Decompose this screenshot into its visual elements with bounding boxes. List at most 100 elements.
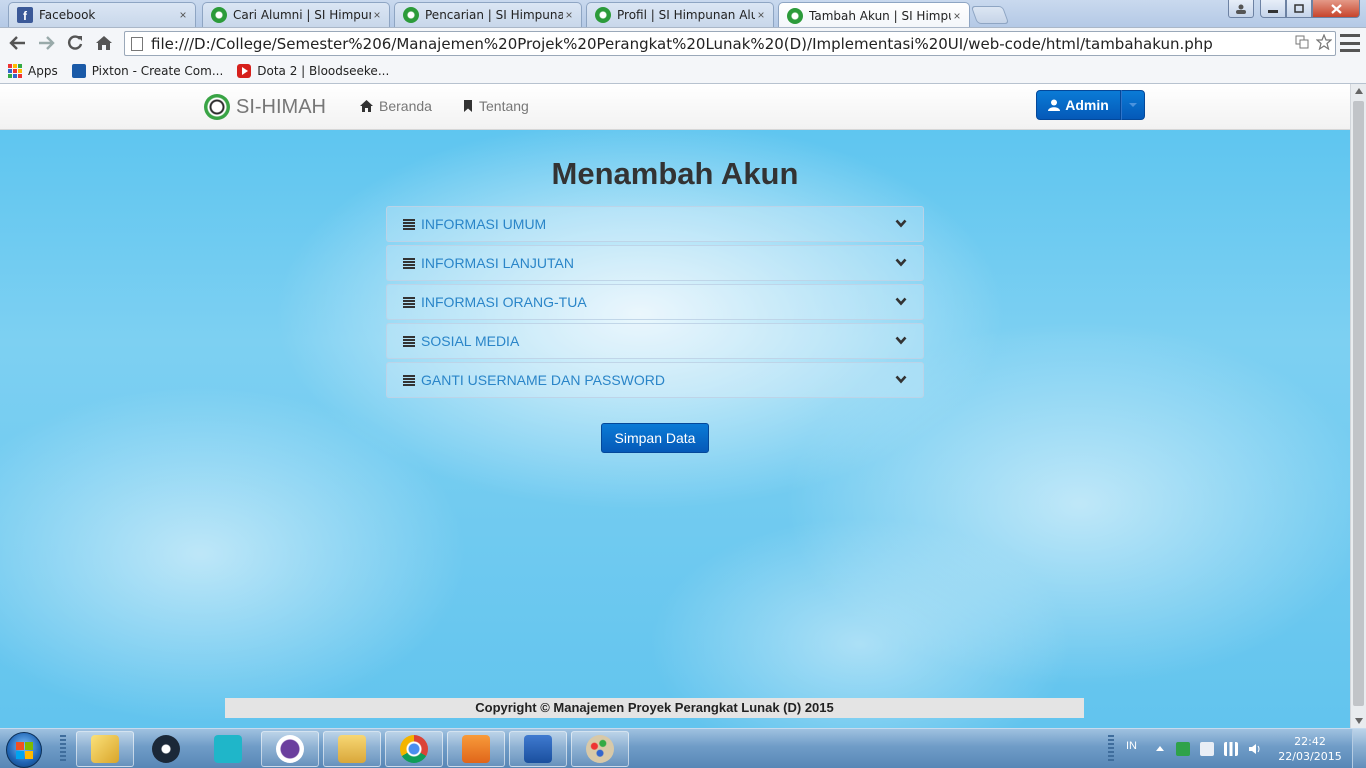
windows-logo-icon [16, 742, 33, 759]
minimize-button[interactable] [1260, 0, 1286, 18]
browser-tab-facebook[interactable]: f Facebook × [8, 2, 196, 27]
show-hidden-icons-icon[interactable] [1156, 746, 1164, 751]
bookmarks-bar: Apps Pixton - Create Com... Dota 2 | Blo… [0, 58, 1366, 84]
site-navbar: SI-HIMAH Beranda Tentang Admin [0, 84, 1350, 130]
show-desktop-button[interactable] [1352, 729, 1366, 768]
nav-link-tentang[interactable]: Tentang [463, 98, 529, 114]
section-label: INFORMASI UMUM [421, 216, 547, 232]
scrollbar-thumb[interactable] [1353, 101, 1364, 706]
translate-icon[interactable] [1291, 35, 1313, 52]
clock-time: 22:42 [1294, 735, 1326, 748]
list-icon [403, 296, 415, 308]
page-title: Menambah Akun [551, 156, 799, 191]
page-viewport: SI-HIMAH Beranda Tentang Admin Menambah … [0, 84, 1350, 728]
browser-tab-tambah-akun[interactable]: Tambah Akun | SI Himpunan × [778, 2, 970, 28]
scroll-up-arrow-icon[interactable] [1355, 88, 1363, 94]
maximize-button[interactable] [1286, 0, 1312, 18]
scroll-down-arrow-icon[interactable] [1355, 718, 1363, 724]
form-accordion: INFORMASI UMUM INFORMASI LANJUTAN INFORM… [386, 206, 924, 401]
windows-taskbar: IN 22:42 22/03/2015 [0, 728, 1366, 768]
start-button[interactable] [6, 732, 42, 768]
user-icon [1048, 99, 1061, 111]
forward-button[interactable] [34, 31, 58, 55]
taskbar-grip [60, 735, 66, 763]
page-scrollbar[interactable] [1350, 84, 1366, 728]
footer-copyright: Copyright © Manajemen Proyek Perangkat L… [225, 698, 1084, 718]
home-button[interactable] [92, 31, 116, 55]
bookmark-icon [464, 100, 472, 112]
volume-icon[interactable] [1248, 742, 1262, 756]
admin-button[interactable]: Admin [1036, 90, 1121, 120]
url-text[interactable]: file:///D:/College/Semester%206/Manajeme… [151, 35, 1291, 53]
section-informasi-umum[interactable]: INFORMASI UMUM [386, 206, 924, 242]
section-informasi-lanjutan[interactable]: INFORMASI LANJUTAN [386, 245, 924, 281]
bookmark-apps[interactable]: Apps [8, 63, 58, 78]
nav-link-label: Beranda [379, 98, 432, 114]
star-bookmark-icon[interactable] [1313, 33, 1335, 53]
browser-tab-profil[interactable]: Profil | SI Himpunan Alumni × [586, 2, 774, 27]
tab-close-icon[interactable]: × [371, 8, 383, 22]
address-bar[interactable]: file:///D:/College/Semester%206/Manajeme… [124, 31, 1336, 56]
page-icon [131, 36, 143, 51]
language-indicator[interactable]: IN [1126, 740, 1137, 752]
site-brand[interactable]: SI-HIMAH [204, 94, 326, 120]
apps-grid-icon [8, 63, 22, 78]
admin-button-label: Admin [1065, 97, 1109, 113]
close-window-button[interactable] [1312, 0, 1360, 18]
brand-name: SI-HIMAH [236, 95, 326, 118]
folder-icon[interactable] [323, 731, 381, 767]
list-icon [403, 374, 415, 386]
tray-grip [1108, 735, 1114, 763]
bookmark-pixton[interactable]: Pixton - Create Com... [71, 63, 224, 78]
paint-icon[interactable] [571, 731, 629, 767]
section-ganti-username-password[interactable]: GANTI USERNAME DAN PASSWORD [386, 362, 924, 398]
chrome-user-icon[interactable] [1228, 0, 1254, 18]
simpan-data-button[interactable]: Simpan Data [601, 423, 709, 453]
section-label: SOSIAL MEDIA [421, 333, 520, 349]
tab-close-icon[interactable]: × [177, 8, 189, 22]
star-app-icon[interactable] [199, 731, 257, 767]
tray-app-icon[interactable] [1176, 742, 1190, 756]
browser-tab-cari-alumni[interactable]: Cari Alumni | SI Himpunan Alumni × [202, 2, 390, 27]
system-tray: IN 22:42 22/03/2015 [1120, 729, 1366, 768]
tab-close-icon[interactable]: × [755, 8, 767, 22]
list-icon [403, 257, 415, 269]
sihimah-favicon [787, 7, 803, 24]
section-label: INFORMASI LANJUTAN [421, 255, 574, 271]
word-icon[interactable] [509, 731, 567, 767]
taskbar-clock[interactable]: 22:42 22/03/2015 [1276, 734, 1344, 764]
admin-dropdown-toggle[interactable] [1121, 90, 1145, 120]
network-signal-icon[interactable] [1224, 742, 1238, 756]
chevron-down-icon [895, 336, 907, 345]
browser-toolbar: file:///D:/College/Semester%206/Manajeme… [0, 27, 1366, 58]
foxit-pdf-icon[interactable] [447, 731, 505, 767]
explorer-icon[interactable] [76, 731, 134, 767]
sihimah-favicon [595, 7, 611, 23]
sihimah-favicon [403, 7, 419, 23]
section-informasi-orang-tua[interactable]: INFORMASI ORANG-TUA [386, 284, 924, 320]
admin-dropdown: Admin [1036, 90, 1145, 120]
caret-down-icon [1129, 103, 1137, 107]
pixton-icon [71, 63, 86, 78]
new-tab-button[interactable] [970, 6, 1010, 24]
bookmark-label: Pixton - Create Com... [91, 63, 224, 78]
tab-title: Cari Alumni | SI Himpunan Alumni [233, 8, 371, 22]
tab-close-icon[interactable]: × [951, 9, 963, 23]
nav-link-beranda[interactable]: Beranda [360, 98, 432, 114]
list-icon [403, 218, 415, 230]
tray-device-icon[interactable] [1200, 742, 1214, 756]
bookmark-label: Dota 2 | Bloodseeke... [257, 63, 390, 78]
section-sosial-media[interactable]: SOSIAL MEDIA [386, 323, 924, 359]
steam-icon[interactable] [137, 731, 195, 767]
bookmark-label: Apps [28, 63, 58, 78]
chrome-menu-icon[interactable] [1340, 34, 1360, 52]
browser-tab-pencarian[interactable]: Pencarian | SI Himpunan Alumni × [394, 2, 582, 27]
cat-app-icon[interactable] [261, 731, 319, 767]
chrome-icon[interactable] [385, 731, 443, 767]
reload-button[interactable] [63, 31, 87, 55]
tab-title: Profil | SI Himpunan Alumni [617, 8, 755, 22]
back-button[interactable] [6, 31, 30, 55]
tab-close-icon[interactable]: × [563, 8, 575, 22]
youtube-icon [237, 63, 252, 78]
bookmark-dota2[interactable]: Dota 2 | Bloodseeke... [237, 63, 390, 78]
